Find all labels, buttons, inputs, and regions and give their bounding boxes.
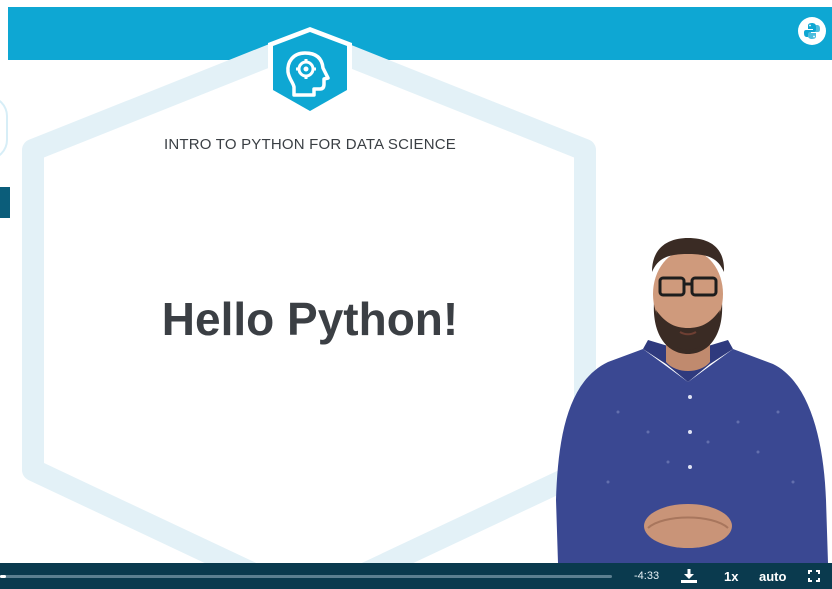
python-logo-icon	[798, 17, 826, 45]
download-icon[interactable]	[680, 568, 698, 584]
video-control-bar: -4:33 1x auto	[0, 563, 832, 589]
quality-button[interactable]: auto	[759, 569, 786, 584]
playback-speed-button[interactable]: 1x	[724, 569, 738, 584]
slide-heading: Hello Python!	[161, 293, 459, 345]
progress-fill	[0, 575, 7, 578]
sidebar-tab[interactable]	[0, 187, 10, 218]
brain-head-icon	[268, 27, 352, 117]
fullscreen-icon[interactable]	[808, 570, 820, 582]
course-title: INTRO TO PYTHON FOR DATA SCIENCE	[164, 136, 456, 153]
presenter-video	[556, 238, 828, 563]
progress-bar[interactable]	[0, 575, 612, 578]
video-frame[interactable]: INTRO TO PYTHON FOR DATA SCIENCE Hello P…	[0, 0, 832, 563]
time-remaining: -4:33	[634, 570, 660, 582]
